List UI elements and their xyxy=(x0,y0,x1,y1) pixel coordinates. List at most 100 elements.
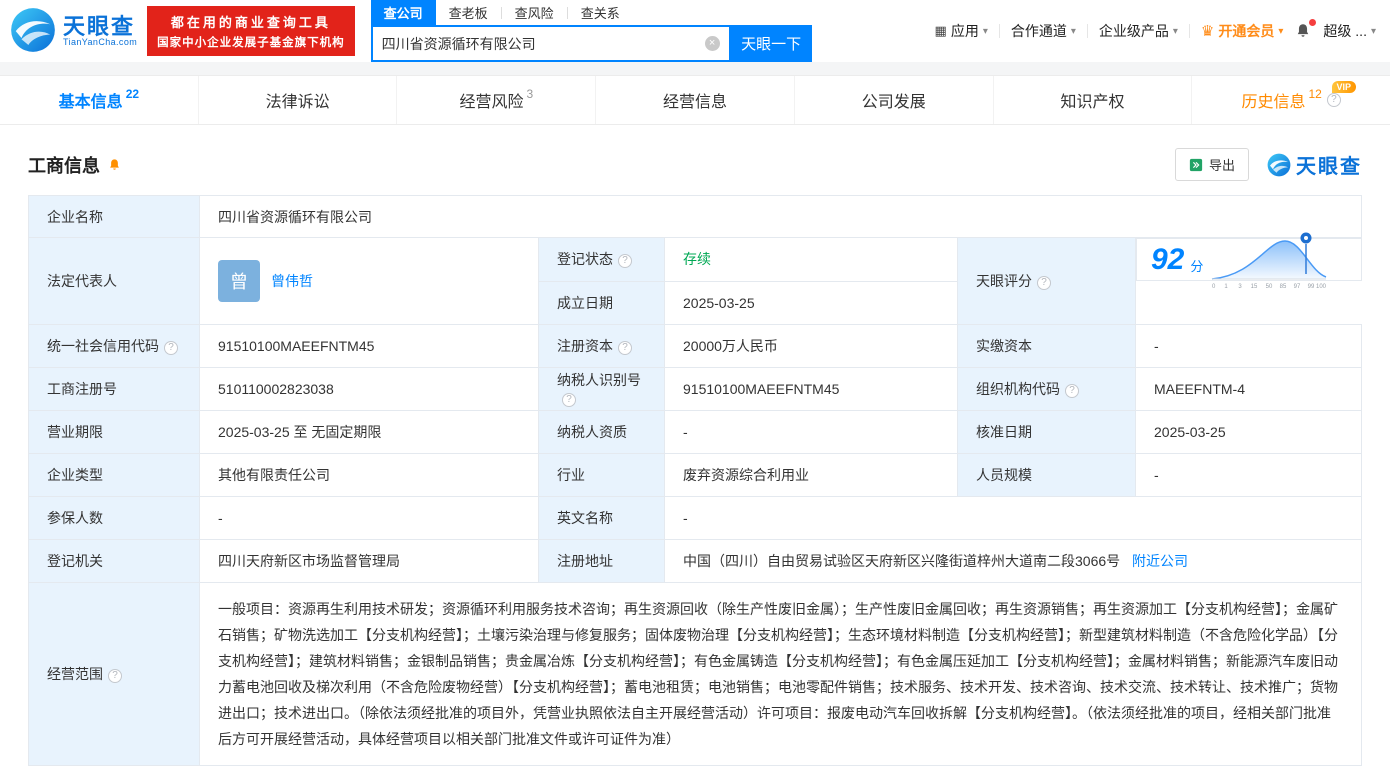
legal-rep-name-link[interactable]: 曾伟哲 xyxy=(271,271,313,291)
search-tab-risk[interactable]: 查风险 xyxy=(502,0,567,25)
svg-text:99: 99 xyxy=(1308,284,1315,290)
field-label-insured-count: 参保人数 xyxy=(28,495,200,540)
field-value-business-term: 2025-03-25 至 无固定期限 xyxy=(199,409,539,454)
menu-apps-label: 应用 xyxy=(950,23,979,39)
clear-search-icon[interactable]: × xyxy=(704,36,720,51)
search-tab-boss[interactable]: 查老板 xyxy=(436,0,501,25)
field-label-score: 天眼评分? xyxy=(957,237,1136,325)
menu-divider xyxy=(998,24,1000,38)
field-value-reg-status: 存续 xyxy=(664,237,958,282)
chevron-down-icon: ▾ xyxy=(1172,25,1178,37)
help-question-icon[interactable]: ? xyxy=(562,393,576,407)
tab-company-development[interactable]: 公司发展 xyxy=(795,76,994,124)
menu-enterprise-product[interactable]: 企业级产品 ▾ xyxy=(1099,21,1178,41)
company-nav-tabs: 基本信息 22 法律诉讼 经营风险 3 经营信息 公司发展 知识产权 VIP 历… xyxy=(0,75,1390,125)
tab-intellectual-property[interactable]: 知识产权 xyxy=(994,76,1193,124)
menu-divider xyxy=(1086,24,1088,38)
field-label-staff-size: 人员规模 xyxy=(957,452,1136,497)
field-label-text: 统一社会信用代码 xyxy=(47,337,159,354)
page-divider-strip xyxy=(0,62,1390,75)
menu-account-label: 超级 ... xyxy=(1323,23,1367,39)
menu-divider xyxy=(1188,24,1190,38)
notification-bell[interactable] xyxy=(1294,19,1317,40)
field-label-credit-code: 统一社会信用代码? xyxy=(28,323,200,368)
menu-account[interactable]: 超级 ... ▾ xyxy=(1323,21,1376,41)
tab-label: 基本信息 xyxy=(58,94,123,111)
field-value-taxpayer-qualification: - xyxy=(664,409,958,454)
tianyancha-logo-icon xyxy=(10,7,56,56)
menu-cooperation-label: 合作通道 xyxy=(1010,23,1067,39)
tab-count: 3 xyxy=(526,87,534,101)
help-question-icon[interactable]: ? xyxy=(618,340,632,355)
legal-rep-avatar[interactable]: 曾 xyxy=(218,259,260,302)
tab-legal-lawsuit[interactable]: 法律诉讼 xyxy=(199,76,398,124)
menu-open-vip[interactable]: ♛ 开通会员 ▾ xyxy=(1201,21,1283,41)
search-button[interactable]: 天眼一下 xyxy=(730,25,812,62)
menu-cooperation[interactable]: 合作通道 ▾ xyxy=(1011,21,1076,41)
tab-basic-info[interactable]: 基本信息 22 xyxy=(0,76,199,124)
tianyancha-logo[interactable]: 天眼查 TianYanCha.com xyxy=(10,7,137,56)
svg-text:100: 100 xyxy=(1316,284,1327,290)
brand-watermark: 天眼查 xyxy=(1267,150,1362,179)
search-tab-company[interactable]: 查公司 xyxy=(370,0,436,25)
tab-business-info[interactable]: 经营信息 xyxy=(596,76,795,124)
field-label-reg-authority: 登记机关 xyxy=(28,538,200,583)
field-label-approval-date: 核准日期 xyxy=(957,409,1136,454)
field-label-paid-capital: 实缴资本 xyxy=(957,323,1136,368)
chevron-down-icon: ▾ xyxy=(1370,25,1376,37)
field-label-text: 组织机构代码 xyxy=(976,380,1060,397)
field-value-company-type: 其他有限责任公司 xyxy=(199,452,539,497)
field-value-reg-address: 中国（四川）自由贸易试验区天府新区兴隆街道梓州大道南二段3066号 附近公司 xyxy=(664,538,1362,583)
field-label-company-name: 企业名称 xyxy=(28,195,200,238)
help-question-icon[interactable]: ? xyxy=(108,668,122,683)
svg-text:0: 0 xyxy=(1212,284,1216,290)
excel-export-icon xyxy=(1189,158,1203,171)
export-button-label: 导出 xyxy=(1208,158,1235,173)
menu-apps[interactable]: ▦ 应用 ▾ xyxy=(935,21,988,41)
score-value: 92 xyxy=(1151,242,1185,276)
status-text: 存续 xyxy=(683,251,711,268)
notification-dot xyxy=(1309,19,1317,26)
svg-text:1: 1 xyxy=(1225,284,1229,290)
field-label-reg-capital: 注册资本? xyxy=(538,323,665,368)
tab-history-info[interactable]: VIP 历史信息 12 ? xyxy=(1192,76,1390,124)
nearby-company-link[interactable]: 附近公司 xyxy=(1132,553,1188,569)
monitor-bell-icon[interactable] xyxy=(107,157,122,173)
tianyancha-brand-icon xyxy=(1267,153,1291,176)
business-info-table: 企业名称 四川省资源循环有限公司 法定代表人 曾 曾伟哲 登记状态? 存续 天眼… xyxy=(28,195,1362,766)
search-area: 查公司 查老板 查风险 查关系 × 天眼一下 xyxy=(370,0,812,62)
search-input[interactable] xyxy=(381,35,705,52)
help-question-icon[interactable]: ? xyxy=(1326,93,1341,107)
score-distribution-chart: 0 1 3 15 50 85 97 99 100 xyxy=(1212,232,1327,290)
promo-badge: 都在用的商业查询工具 国家中小企业发展子基金旗下机构 xyxy=(147,6,355,56)
section-title: 工商信息 xyxy=(28,152,122,178)
field-label-english-name: 英文名称 xyxy=(538,495,665,540)
section-title-text: 工商信息 xyxy=(28,155,100,176)
field-value-establish-date: 2025-03-25 xyxy=(664,280,958,325)
score-unit: 分 xyxy=(1190,259,1204,274)
help-question-icon[interactable]: ? xyxy=(164,340,178,355)
field-value-business-scope: 一般项目：资源再生利用技术研发；资源循环利用服务技术咨询；再生资源回收（除生产性… xyxy=(199,581,1362,766)
field-value-paid-capital: - xyxy=(1135,323,1362,368)
menu-enterprise-label: 企业级产品 xyxy=(1098,23,1169,39)
svg-text:3: 3 xyxy=(1239,284,1243,290)
tab-label: 知识产权 xyxy=(1060,94,1125,111)
field-value-reg-authority: 四川天府新区市场监督管理局 xyxy=(199,538,539,583)
menu-open-vip-label: 开通会员 xyxy=(1218,23,1275,39)
tab-label: 历史信息 xyxy=(1241,94,1306,111)
field-value-score: 92 分 0 1 3 15 50 85 97 99 100 xyxy=(1136,232,1362,290)
field-value-company-name: 四川省资源循环有限公司 xyxy=(199,195,1362,238)
field-label-reg-number: 工商注册号 xyxy=(28,366,200,411)
field-label-business-scope: 经营范围? xyxy=(28,581,200,766)
help-question-icon[interactable]: ? xyxy=(618,254,632,269)
help-question-icon[interactable]: ? xyxy=(1065,383,1079,398)
svg-text:97: 97 xyxy=(1294,284,1301,290)
field-label-taxpayer-qualification: 纳税人资质 xyxy=(538,409,665,454)
field-value-insured-count: - xyxy=(199,495,539,540)
tab-operating-risk[interactable]: 经营风险 3 xyxy=(397,76,597,124)
search-tab-relation[interactable]: 查关系 xyxy=(568,0,633,25)
help-question-icon[interactable]: ? xyxy=(1037,275,1051,290)
chevron-down-icon: ▾ xyxy=(1278,25,1284,37)
export-button[interactable]: 导出 xyxy=(1174,148,1249,181)
tab-count: 12 xyxy=(1308,87,1322,101)
